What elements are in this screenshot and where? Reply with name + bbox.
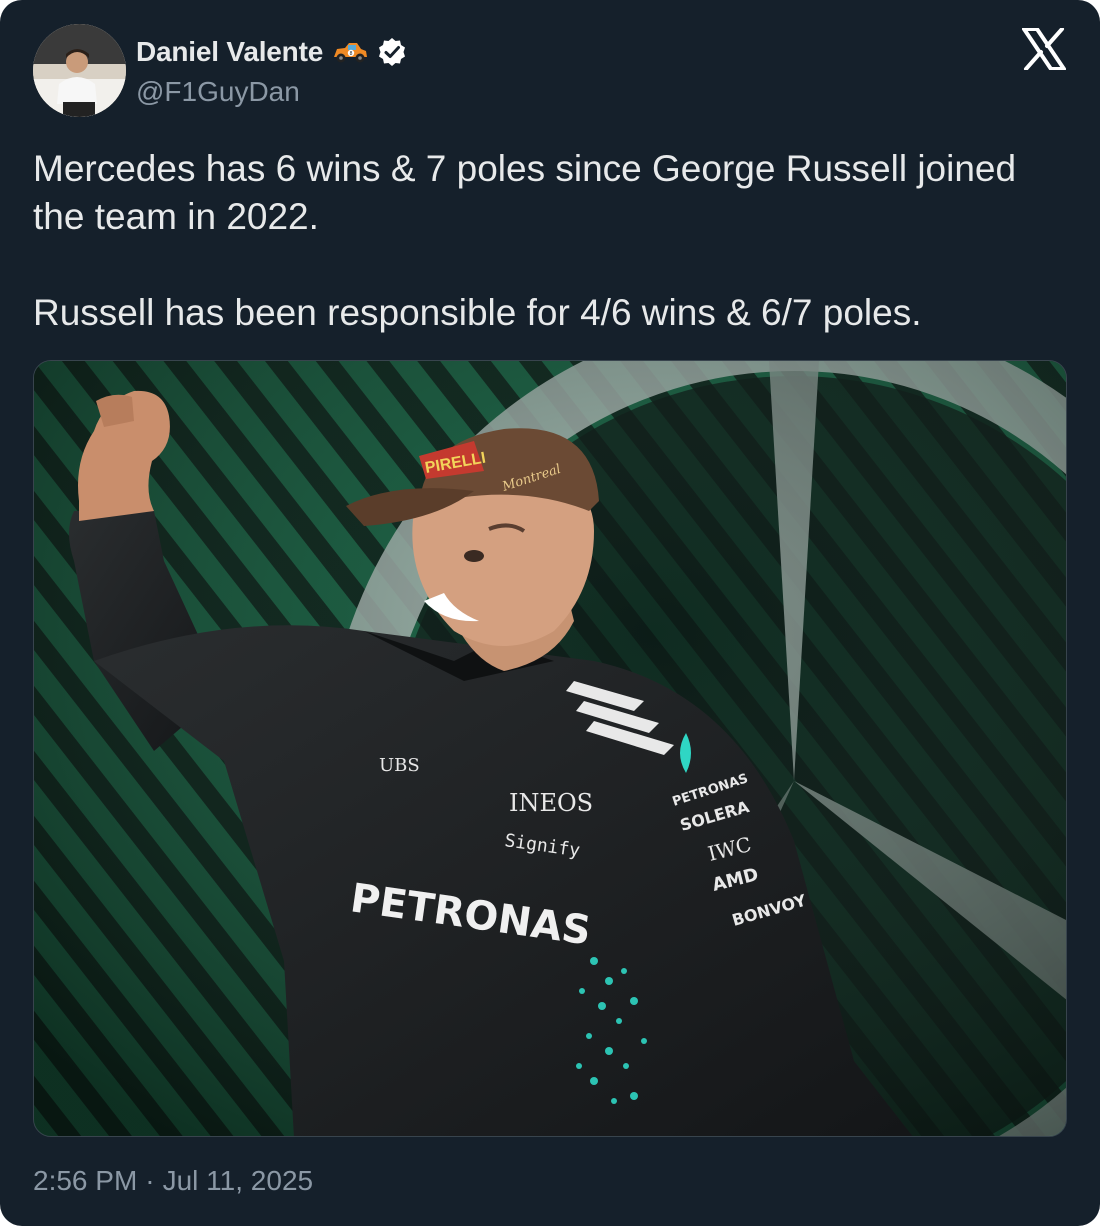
tweet-date: Jul 11, 2025 <box>162 1165 314 1196</box>
race-car-emoji-icon: 8 <box>331 39 369 65</box>
tweet-text: Mercedes has 6 wins & 7 poles since Geor… <box>33 145 1063 337</box>
avatar[interactable] <box>33 24 126 117</box>
author-handle[interactable]: @F1GuyDan <box>136 76 300 108</box>
podium-celebration-photo: PIRELLI Montreal UBS INEOS Signify PETRO… <box>34 361 1066 1136</box>
tweet-text-paragraph-2: Russell has been responsible for 4/6 win… <box>33 292 922 333</box>
sponsor-ineos: INEOS <box>509 789 593 817</box>
svg-text:8: 8 <box>350 51 353 57</box>
author-display-name[interactable]: Daniel Valente <box>136 36 323 68</box>
tweet-timestamp[interactable]: 2:56 PM · Jul 11, 2025 <box>33 1165 313 1197</box>
avatar-image <box>33 24 126 117</box>
tweet-time: 2:56 PM <box>33 1165 138 1196</box>
author-name-row: Daniel Valente 8 <box>136 32 407 72</box>
tweet-card: Daniel Valente 8 @F1GuyDan Mercedes has … <box>0 0 1100 1226</box>
tweet-media-photo[interactable]: PIRELLI Montreal UBS INEOS Signify PETRO… <box>33 360 1067 1137</box>
verified-badge-icon <box>377 37 407 67</box>
timestamp-separator: · <box>145 1165 155 1196</box>
tweet-text-paragraph-1: Mercedes has 6 wins & 7 poles since Geor… <box>33 148 1017 237</box>
sponsor-ubs: UBS <box>379 755 420 776</box>
x-logo-icon[interactable] <box>1022 27 1066 71</box>
